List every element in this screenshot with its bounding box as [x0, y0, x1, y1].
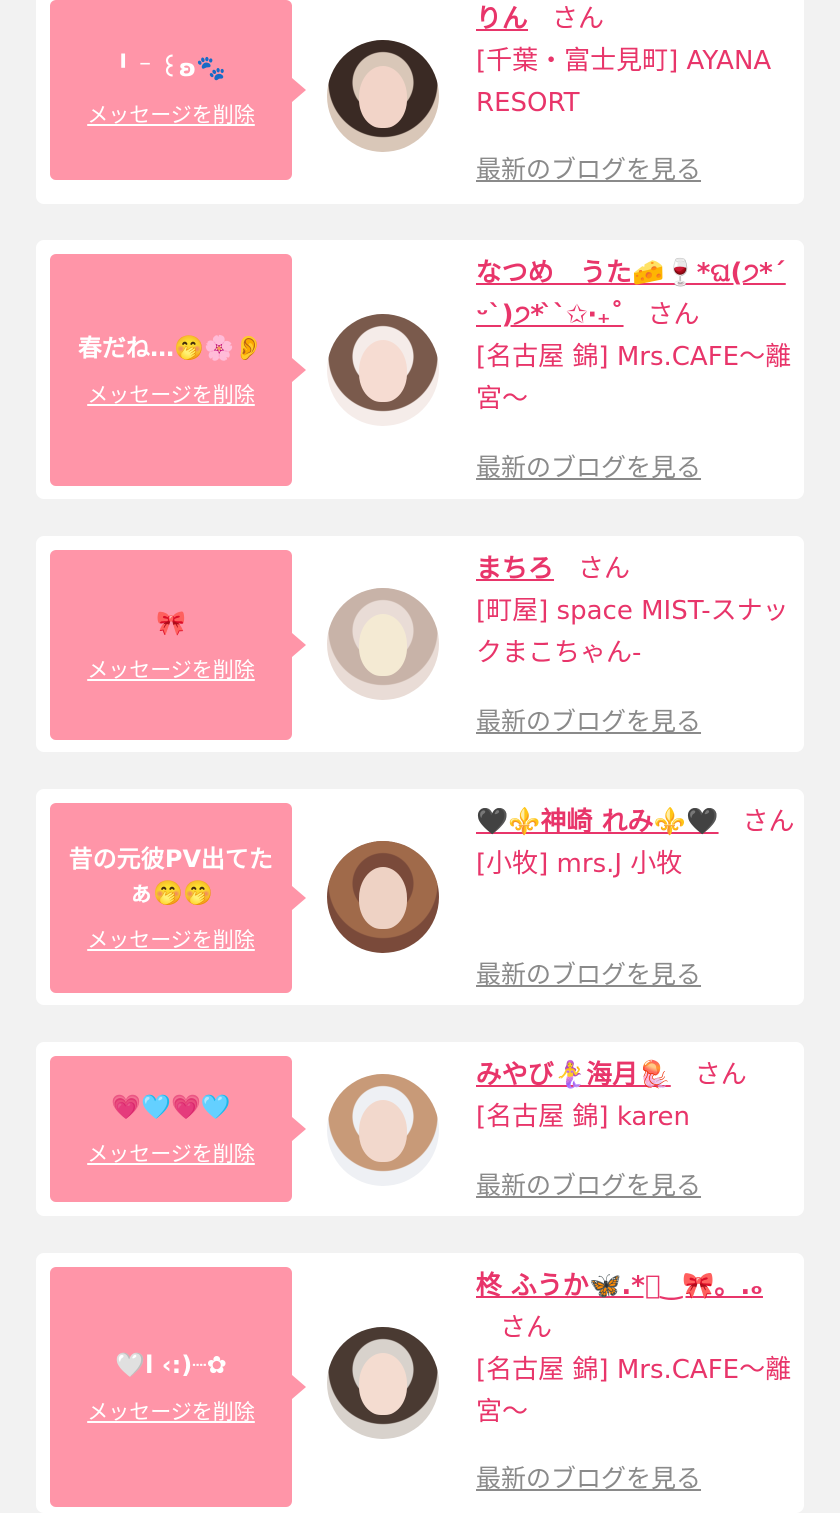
avatar[interactable]: [327, 841, 439, 953]
message-card: 昔の元彼PV出てたぁ🤭🤭 メッセージを削除 🖤⚜️神崎 れみ⚜️🖤 さん [小牧]…: [36, 789, 804, 1005]
message-text: 春だね…🤭🌸👂: [78, 334, 264, 362]
message-text: ╹ ⁻ ꒰ʚ🐾: [115, 54, 226, 82]
message-text: 昔の元彼PV出てたぁ🤭🤭: [68, 845, 274, 907]
message-card: 💗🩵💗🩵 メッセージを削除 みやび🧜‍♀️海月🪼 さん [名古屋 錦] karen…: [36, 1042, 804, 1216]
avatar[interactable]: [327, 588, 439, 700]
latest-blog-link[interactable]: 最新のブログを見る: [476, 702, 701, 738]
shop-name: [名古屋 錦] karen: [476, 1102, 690, 1132]
message-card: 🤍l ‹:)┈✿ メッセージを削除 柊 ふうか🦋.*ﾟ‿🎀。.ₒ さん [名古屋 …: [36, 1253, 804, 1513]
avatar[interactable]: [327, 314, 439, 426]
cast-info: 柊 ふうか🦋.*ﾟ‿🎀。.ₒ さん [名古屋 錦] Mrs.CAFE〜離宮〜: [476, 1265, 796, 1433]
latest-blog-link[interactable]: 最新のブログを見る: [476, 150, 701, 186]
avatar[interactable]: [327, 1327, 439, 1439]
honorific: さん: [694, 1060, 747, 1090]
shop-name: [小牧] mrs.J 小牧: [476, 849, 683, 879]
message-bubble: 春だね…🤭🌸👂 メッセージを削除: [50, 254, 306, 486]
message-bubble: 💗🩵💗🩵 メッセージを削除: [50, 1056, 306, 1202]
message-bubble: 🎀 メッセージを削除: [50, 550, 306, 740]
message-text: 🎀: [156, 609, 186, 637]
delete-message-link[interactable]: メッセージを削除: [87, 379, 255, 409]
cast-name-link[interactable]: りん: [476, 4, 528, 34]
honorific: さん: [500, 1313, 553, 1343]
cast-info: みやび🧜‍♀️海月🪼 さん [名古屋 錦] karen: [476, 1054, 796, 1138]
latest-blog-link[interactable]: 最新のブログを見る: [476, 1166, 701, 1202]
shop-name: [名古屋 錦] Mrs.CAFE〜離宮〜: [476, 1355, 792, 1427]
honorific: さん: [578, 554, 631, 584]
shop-name: [千葉・富士見町] AYANA RESORT: [476, 46, 772, 118]
message-list: ╹ ⁻ ꒰ʚ🐾 メッセージを削除 りん さん [千葉・富士見町] AYANA RE…: [0, 0, 840, 1513]
latest-blog-link[interactable]: 最新のブログを見る: [476, 448, 701, 484]
cast-name-link[interactable]: 柊 ふうか🦋.*ﾟ‿🎀。.ₒ: [476, 1271, 763, 1301]
shop-name: [町屋] space MIST-スナックまこちゃん-: [476, 596, 789, 668]
avatar[interactable]: [327, 40, 439, 152]
delete-message-link[interactable]: メッセージを削除: [87, 924, 255, 954]
cast-info: まちろ さん [町屋] space MIST-スナックまこちゃん-: [476, 548, 796, 674]
cast-info: りん さん [千葉・富士見町] AYANA RESORT: [476, 0, 796, 124]
delete-message-link[interactable]: メッセージを削除: [87, 1138, 255, 1168]
message-card: 春だね…🤭🌸👂 メッセージを削除 なつめ うた🧀🍷*ଘ(੭*ˊᵕˋ)੭* ̀ˋ✩…: [36, 240, 804, 499]
avatar[interactable]: [327, 1074, 439, 1186]
message-text: 🤍l ‹:)┈✿: [115, 1351, 227, 1379]
latest-blog-link[interactable]: 最新のブログを見る: [476, 1459, 701, 1495]
delete-message-link[interactable]: メッセージを削除: [87, 99, 255, 129]
delete-message-link[interactable]: メッセージを削除: [87, 1396, 255, 1426]
delete-message-link[interactable]: メッセージを削除: [87, 654, 255, 684]
honorific: さん: [552, 4, 605, 34]
message-text: 💗🩵💗🩵: [111, 1093, 231, 1121]
message-bubble: 昔の元彼PV出てたぁ🤭🤭 メッセージを削除: [50, 803, 306, 993]
cast-name-link[interactable]: 🖤⚜️神崎 れみ⚜️🖤: [476, 807, 719, 837]
message-bubble: ╹ ⁻ ꒰ʚ🐾 メッセージを削除: [50, 0, 306, 180]
latest-blog-link[interactable]: 最新のブログを見る: [476, 955, 701, 991]
cast-name-link[interactable]: まちろ: [476, 554, 554, 584]
cast-info: なつめ うた🧀🍷*ଘ(੭*ˊᵕˋ)੭* ̀ˋ✩‧₊˚ さん [名古屋 錦] Mrs…: [476, 252, 796, 420]
message-card: 🎀 メッセージを削除 まちろ さん [町屋] space MIST-スナックまこち…: [36, 536, 804, 752]
honorific: さん: [742, 807, 795, 837]
message-bubble: 🤍l ‹:)┈✿ メッセージを削除: [50, 1267, 306, 1507]
shop-name: [名古屋 錦] Mrs.CAFE〜離宮〜: [476, 342, 792, 414]
cast-name-link[interactable]: なつめ うた🧀🍷*ଘ(੭*ˊᵕˋ)੭* ̀ˋ✩‧₊˚: [476, 258, 786, 330]
honorific: さん: [647, 300, 700, 330]
cast-name-link[interactable]: みやび🧜‍♀️海月🪼: [476, 1060, 671, 1090]
cast-info: 🖤⚜️神崎 れみ⚜️🖤 さん [小牧] mrs.J 小牧: [476, 801, 796, 885]
message-card: ╹ ⁻ ꒰ʚ🐾 メッセージを削除 りん さん [千葉・富士見町] AYANA RE…: [36, 0, 804, 204]
